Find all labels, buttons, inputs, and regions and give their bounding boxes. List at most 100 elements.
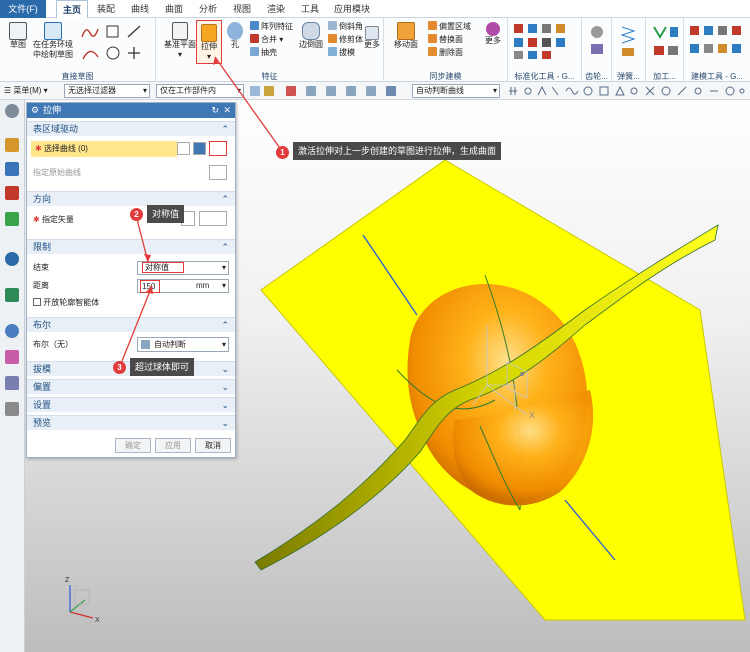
select-curve-row[interactable]: ✱ 选择曲线 (0) [31,141,177,157]
section-header[interactable]: 表区域驱动 ⌃ [27,121,235,136]
sketch-section-icon[interactable] [193,142,206,155]
sync-more-button[interactable]: 更多 [482,22,504,46]
shell-button[interactable]: 抽壳 [250,47,277,59]
delete-face-button[interactable]: 删除面 [428,47,463,59]
replace-face-button[interactable]: 替换面 [428,34,463,46]
menu-button[interactable]: ☰ 菜单(M) ▾ [4,85,48,97]
section-header-label: 偏置 [33,382,52,392]
tab-file[interactable]: 文件(F) [0,0,46,18]
select-tool-icon[interactable] [346,86,356,96]
curve-icon[interactable] [209,141,227,156]
tab-applications[interactable]: 应用模块 [330,0,374,18]
process-studio-icon[interactable] [5,376,19,390]
tab-view[interactable]: 视图 [226,0,258,18]
edge-blend-button[interactable]: 边倒圆 [296,22,326,50]
pattern-feature-button[interactable]: 阵列特征 [250,21,293,33]
tab-tools[interactable]: 工具 [294,0,326,18]
feature-more-button[interactable]: 更多 [362,26,382,50]
section-header-label: 拔模 [33,364,52,374]
unite-icon [250,34,259,43]
delete-face-label: 删除面 [439,48,463,57]
extrude-dialog: ⚙ 拉伸 ↻ ✕ 表区域驱动 ⌃ ✱ 选择曲线 (0) 指定原始曲线 方向 ⌃ ✱ … [26,102,236,458]
assembly-navigator-icon[interactable] [5,162,19,176]
section-header[interactable]: 偏置 ⌄ [27,379,235,394]
history-icon[interactable] [5,288,19,302]
spring-icon[interactable] [618,24,640,58]
reuse-library-icon[interactable] [5,212,19,226]
roles-icon[interactable] [5,402,19,416]
callout-2: 对称值 [147,205,185,223]
unite-button[interactable]: 合并 ▾ [250,34,283,46]
distance-value[interactable]: 150 [140,280,160,293]
trim-body-button[interactable]: 修剪体 [328,34,363,46]
modeling-tools-label: 建模工具 - G... [691,72,743,81]
machining-icon[interactable] [650,24,680,58]
curve-tools-icons[interactable] [80,23,150,65]
tab-home[interactable]: 主页 [56,0,88,18]
vector-dialog-icon[interactable] [199,211,227,226]
gear-icon[interactable]: ⚙ [31,103,39,118]
select-tool-icon[interactable] [250,86,260,96]
select-tool-icon[interactable] [386,86,396,96]
sketch-button[interactable]: 草图 [3,22,33,50]
open-profile-row[interactable]: 开放轮廓智能体 [33,296,241,310]
part-navigator-icon[interactable] [5,138,19,152]
chamfer-button[interactable]: 倒斜角 [328,21,363,33]
open-profile-checkbox[interactable] [33,298,41,306]
constraint-navigator-icon[interactable] [5,186,19,200]
select-tool-icon[interactable] [264,86,274,96]
cancel-button[interactable]: 取消 [195,438,231,453]
distance-field[interactable]: 150 mm ▾ [137,279,229,293]
hole-button[interactable]: 孔 [224,22,246,50]
sketch-in-task-label: 在任务环境中绘制草图 [33,40,73,59]
boolean-select[interactable]: 自动判断 ▾ [137,337,229,352]
section-header[interactable]: 布尔 ⌃ [27,317,235,332]
end-select[interactable]: 对称值 ▾ [137,261,229,275]
history-clock-icon[interactable] [5,324,19,338]
move-face-button[interactable]: 移动面 [388,22,424,50]
tab-assembly[interactable]: 装配 [90,0,122,18]
system-materials-icon[interactable] [5,350,19,364]
select-tool-icon[interactable] [286,86,296,96]
scope-select[interactable]: 仅在工作部件内 [156,84,244,98]
settings-icon[interactable] [5,104,19,118]
chevron-up-icon: ⌃ [221,124,229,134]
snap-point-icons[interactable] [508,85,748,97]
section-header[interactable]: 预览 ⌄ [27,415,235,430]
filter-select[interactable]: 无选择过滤器 [64,84,150,98]
sketch-group: 草图 在任务环境中绘制草图 直接草图 [0,18,156,82]
gear-icon[interactable] [588,24,606,58]
offset-region-button[interactable]: 偏置区域 [428,21,471,33]
reset-icon[interactable]: ↻ [211,103,219,118]
chevron-down-icon: ▾ [221,340,226,349]
curve-rule-select[interactable]: 自动判断曲线 [412,84,500,98]
tab-surface[interactable]: 曲面 [158,0,190,18]
offset-region-label: 偏置区域 [439,22,471,31]
web-browser-icon[interactable] [5,252,19,266]
select-tool-icon[interactable] [366,86,376,96]
task-sketch-icon [44,22,62,40]
modeling-tools-icons[interactable] [688,24,748,58]
callout-1: 激活拉伸对上一步创建的草图进行拉伸，生成曲面 [293,142,502,160]
tab-analysis[interactable]: 分析 [192,0,224,18]
draft-button[interactable]: 拔模 [328,47,355,59]
extrude-button[interactable]: 拉伸 ▾ [196,20,222,64]
standard-tools-icons[interactable] [512,22,578,60]
sketch-group-label: 直接草图 [61,72,94,81]
select-tool-icon[interactable] [326,86,336,96]
resource-bar [0,100,25,652]
menu-icon: ☰ [4,86,14,95]
section-header[interactable]: 方向 ⌃ [27,191,235,206]
datum-plane-button[interactable]: 基准平面 ▾ [162,22,198,60]
apply-button[interactable]: 应用 [155,438,191,453]
tab-curve[interactable]: 曲线 [124,0,156,18]
tab-render[interactable]: 渲染 [260,0,292,18]
select-tool-icon[interactable] [306,86,316,96]
section-header[interactable]: 限制 ⌃ [27,239,235,254]
sketch-in-task-button[interactable]: 在任务环境中绘制草图 [33,22,73,60]
origin-curve-icon[interactable] [209,165,227,180]
select-curve-x-icon[interactable] [177,142,190,155]
ok-button[interactable]: 确定 [115,438,151,453]
close-icon[interactable]: ✕ [223,103,231,118]
section-header[interactable]: 设置 ⌄ [27,397,235,412]
